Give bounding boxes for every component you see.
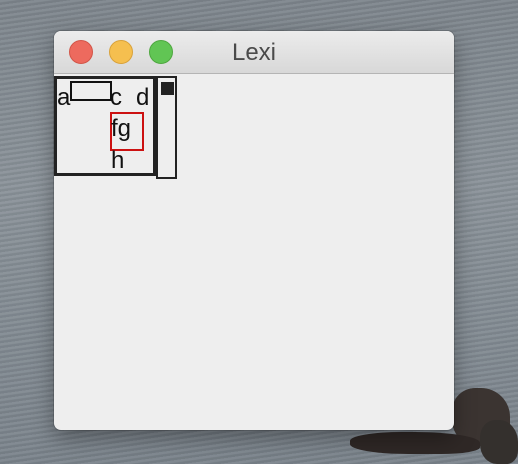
glyph-h: h	[111, 147, 125, 174]
glyph-c: c	[110, 84, 122, 111]
app-window: Lexi a c d fg h	[54, 31, 454, 430]
document-canvas[interactable]: a c d fg h	[54, 74, 454, 430]
rock	[480, 420, 518, 464]
glyph-a: a	[57, 84, 71, 111]
empty-glyph-box	[70, 81, 112, 101]
title-bar[interactable]: Lexi	[54, 31, 454, 74]
glyph-fg: fg	[111, 115, 132, 142]
vertical-scrollbar[interactable]	[156, 76, 177, 179]
window-title: Lexi	[231, 39, 277, 66]
scrollbar-thumb[interactable]	[161, 82, 174, 95]
composition-frame: a c d fg h	[54, 76, 156, 176]
rock	[350, 432, 480, 454]
glyph-d: d	[136, 84, 150, 111]
